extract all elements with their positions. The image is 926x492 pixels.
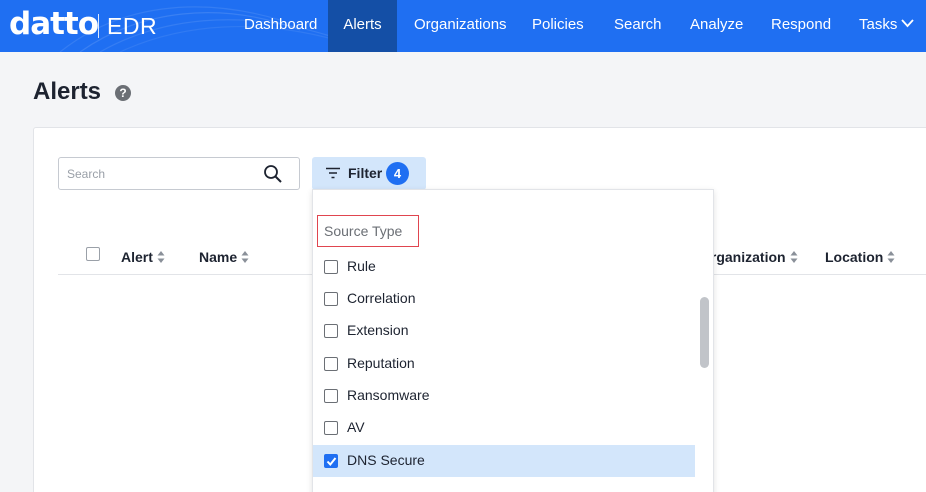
filter-label: Filter <box>348 165 383 181</box>
nav-item-label: Respond <box>771 16 832 33</box>
filter-count-badge: 4 <box>386 162 409 185</box>
nav-item-label: Alerts <box>343 16 382 33</box>
filter-option-label: Reputation <box>347 355 415 371</box>
sort-icon <box>157 250 165 263</box>
select-all-checkbox[interactable] <box>86 247 100 261</box>
dropdown-scrollbar-thumb[interactable] <box>700 297 709 368</box>
datto-logo[interactable]: datto <box>9 6 99 42</box>
nav-item-label: Analyze <box>690 16 744 33</box>
nav-item-organizations[interactable]: Organizations <box>414 0 507 52</box>
nav-item-search[interactable]: Search <box>614 0 662 52</box>
filter-option-label: Rule <box>347 258 376 274</box>
logo-divider <box>98 14 99 38</box>
column-header-label: Alert <box>121 249 153 265</box>
sort-icon <box>790 250 798 263</box>
checkmark-icon <box>326 457 337 467</box>
chevron-down-icon <box>901 19 915 28</box>
filter-option-label: DNS Secure <box>347 452 425 468</box>
sort-icon <box>887 250 895 263</box>
filter-option-reputation[interactable]: Reputation <box>313 348 695 380</box>
sort-icon <box>241 250 249 263</box>
page-title: Alerts <box>33 78 102 105</box>
nav-item-analyze[interactable]: Analyze <box>690 0 743 52</box>
column-header-organization[interactable]: Organization <box>700 249 798 265</box>
checkbox[interactable] <box>324 324 338 338</box>
checkbox[interactable] <box>324 357 338 371</box>
search-input[interactable] <box>67 165 257 183</box>
checkbox[interactable] <box>324 260 338 274</box>
filter-option-label: Extension <box>347 322 409 338</box>
nav-item-label: Search <box>614 16 662 33</box>
search-box[interactable] <box>58 157 300 190</box>
source-type-section-title: Source Type <box>317 215 419 247</box>
search-icon[interactable] <box>263 164 283 184</box>
top-nav-bar: datto EDR Dashboard Alerts Organizations… <box>0 0 926 52</box>
filter-option-rule[interactable]: Rule <box>313 251 695 283</box>
column-header-label: Location <box>825 249 884 265</box>
checkbox[interactable] <box>324 421 338 435</box>
nav-item-tasks[interactable]: Tasks <box>859 0 915 52</box>
column-header-location[interactable]: Location <box>825 249 895 265</box>
nav-item-policies[interactable]: Policies <box>532 0 584 52</box>
column-header-alert[interactable]: Alert <box>121 249 165 265</box>
checkbox[interactable] <box>324 292 338 306</box>
nav-item-dashboard[interactable]: Dashboard <box>244 0 317 52</box>
nav-item-label: Organizations <box>414 16 507 33</box>
nav-item-label: Tasks <box>859 16 898 33</box>
filter-icon <box>326 167 340 179</box>
product-name: EDR <box>107 13 158 39</box>
filter-option-ransomware[interactable]: Ransomware <box>313 380 695 412</box>
filter-option-label: Correlation <box>347 290 416 306</box>
filter-option-av[interactable]: AV <box>313 412 695 444</box>
filter-button[interactable]: Filter 4 <box>312 157 426 190</box>
filter-option-label: Ransomware <box>347 387 430 403</box>
help-icon[interactable]: ? <box>115 85 131 101</box>
nav-item-alerts[interactable]: Alerts <box>328 0 397 52</box>
nav-item-respond[interactable]: Respond <box>771 0 831 52</box>
checkbox-checked[interactable] <box>324 454 338 468</box>
filter-option-correlation[interactable]: Correlation <box>313 283 695 315</box>
filter-option-label: AV <box>347 419 365 435</box>
checkbox[interactable] <box>324 389 338 403</box>
column-header-name[interactable]: Name <box>199 249 249 265</box>
filter-option-dns-secure[interactable]: DNS Secure <box>313 445 695 477</box>
nav-item-label: Dashboard <box>244 16 318 33</box>
column-header-label: Name <box>199 249 238 265</box>
nav-item-label: Policies <box>532 16 584 33</box>
filter-option-extension[interactable]: Extension <box>313 315 695 347</box>
